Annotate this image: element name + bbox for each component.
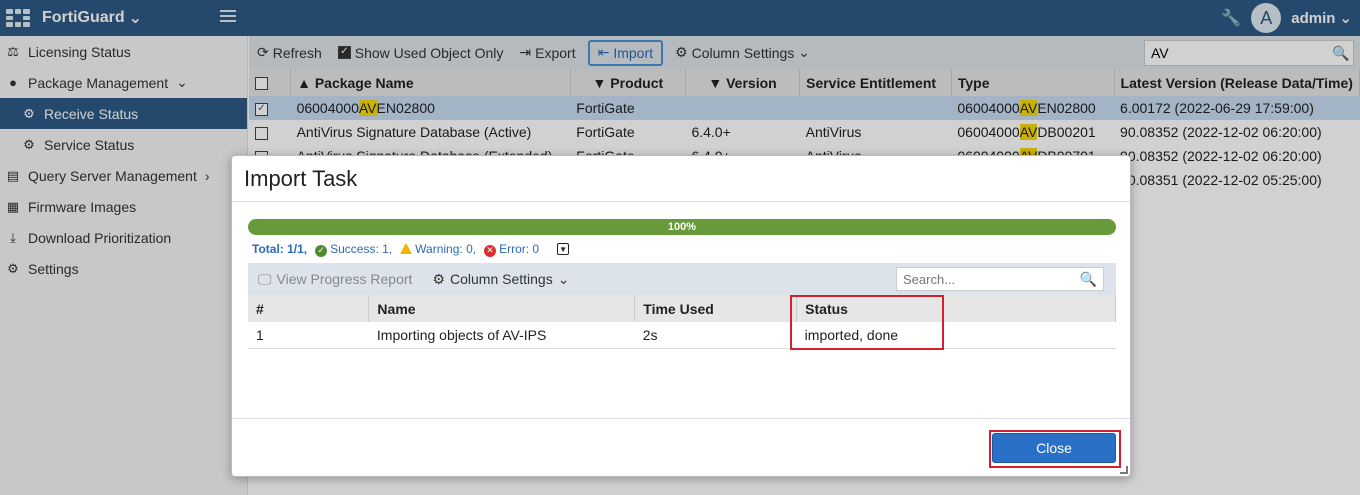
close-highlight-box: [989, 430, 1121, 468]
dialog-toolbar: 🖵 View Progress Report ⚙ Column Settings…: [248, 263, 1116, 295]
time-used-cell: 2s: [634, 322, 797, 349]
progress-bar: 100%: [248, 219, 1116, 235]
resize-handle-icon[interactable]: [1120, 466, 1128, 474]
progress-fill: 100%: [248, 219, 1116, 235]
summary-warning: Warning: 0,: [400, 242, 476, 256]
dialog-search-input[interactable]: [903, 271, 1080, 287]
success-label: Success: 1,: [330, 242, 393, 256]
table-row[interactable]: 1 Importing objects of AV-IPS 2s importe…: [248, 322, 1116, 349]
column-settings-label: Column Settings: [449, 271, 553, 287]
dialog-column-settings-button[interactable]: ⚙ Column Settings ⌄: [422, 271, 579, 288]
table-header-row: # Name Time Used Status: [248, 295, 1116, 322]
task-name-cell: Importing objects of AV-IPS: [368, 322, 635, 349]
summary-error: ✕ Error: 0: [484, 242, 539, 257]
import-task-dialog: Import Task 100% Total: 1/1, ✓ Success: 1…: [231, 155, 1131, 477]
error-label: Error: 0: [499, 242, 540, 256]
summary-total: Total: 1/1,: [252, 242, 308, 257]
view-progress-report-button[interactable]: 🖵 View Progress Report: [248, 271, 422, 288]
search-icon[interactable]: 🔍: [1080, 271, 1097, 288]
row-number-cell: 1: [248, 322, 369, 349]
warning-icon: [400, 243, 413, 255]
success-check-icon: ✓: [315, 244, 328, 257]
header-number[interactable]: #: [248, 295, 370, 322]
dialog-title: Import Task: [232, 156, 1130, 202]
view-progress-label: View Progress Report: [276, 271, 413, 287]
error-icon: ✕: [484, 244, 497, 257]
status-highlight-box: [790, 295, 944, 350]
summary-success: ✓ Success: 1,: [315, 242, 392, 257]
dialog-search: 🔍: [896, 267, 1104, 291]
header-time-used[interactable]: Time Used: [634, 295, 798, 322]
column-settings-icon: ⚙: [432, 270, 445, 287]
collapse-icon[interactable]: ▼: [557, 243, 570, 256]
monitor-icon: 🖵: [258, 270, 272, 287]
header-name[interactable]: Name: [368, 295, 636, 322]
task-summary: Total: 1/1, ✓ Success: 1, Warning: 0, ✕ Er…: [252, 242, 570, 257]
warning-label: Warning: 0,: [415, 242, 477, 257]
chevron-down-icon: ⌄: [557, 270, 570, 287]
import-task-table: # Name Time Used Status 1 Importing obje…: [248, 295, 1116, 349]
